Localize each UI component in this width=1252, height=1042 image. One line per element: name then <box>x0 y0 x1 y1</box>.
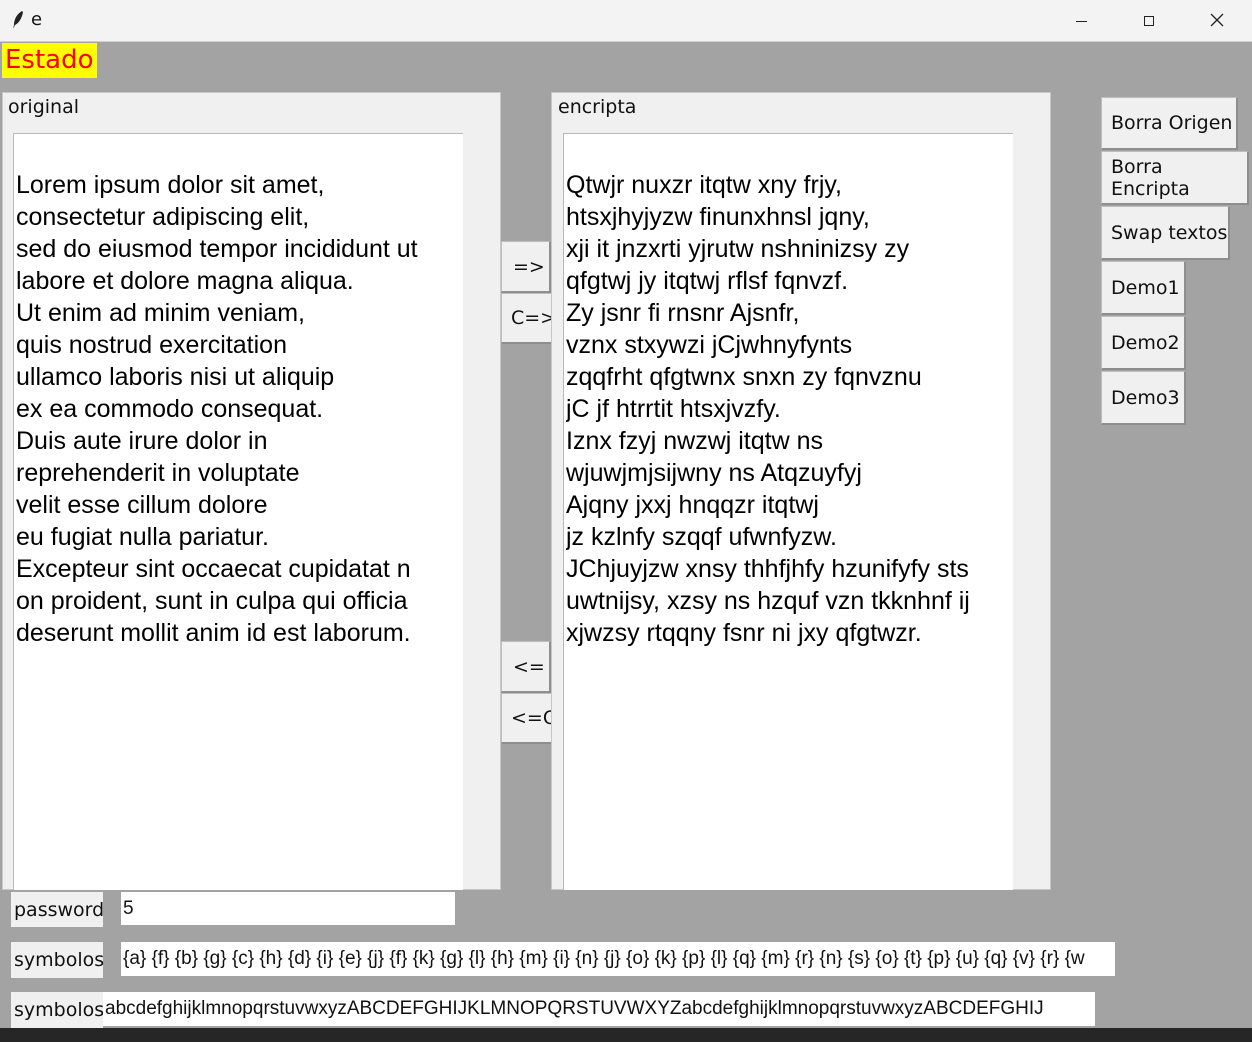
original-legend: original <box>7 96 81 118</box>
encripta-textarea[interactable]: Qtwjr nuxzr itqtw xny frjy, htsxjhyjyzw … <box>563 133 1013 890</box>
original-textarea[interactable]: Lorem ipsum dolor sit amet, consectetur … <box>13 133 463 890</box>
minimize-button[interactable] <box>1048 0 1114 42</box>
original-text: Lorem ipsum dolor sit amet, consectetur … <box>16 171 418 647</box>
encrypt-button[interactable]: => <box>501 241 551 293</box>
status-label: Estado <box>2 43 97 78</box>
window-title: e <box>31 9 43 30</box>
maximize-icon <box>1144 16 1154 26</box>
encripta-text: Qtwjr nuxzr itqtw xny frjy, htsxjhyjyzw … <box>566 171 970 647</box>
demo3-button[interactable]: Demo3 <box>1101 371 1186 425</box>
borra-encripta-button[interactable]: Borra Encripta <box>1101 151 1249 205</box>
password-label: password <box>11 892 104 927</box>
symbolos-alpha-label: symbolos <box>11 992 104 1028</box>
close-icon <box>1210 11 1224 32</box>
password-field[interactable]: 5 <box>121 892 455 925</box>
symbolos-label: symbolos <box>11 942 104 978</box>
feather-icon <box>11 10 25 30</box>
encripta-legend: encripta <box>557 96 638 118</box>
minimize-icon <box>1075 20 1087 22</box>
taskbar-edge <box>0 1028 1252 1042</box>
demo2-button[interactable]: Demo2 <box>1101 316 1186 370</box>
decrypt-button[interactable]: <= <box>501 641 551 693</box>
maximize-button[interactable] <box>1116 0 1182 42</box>
swap-textos-button[interactable]: Swap textos <box>1101 206 1230 260</box>
borra-origen-button[interactable]: Borra Origen <box>1101 97 1238 150</box>
symbolos-map-field[interactable]: {a} {f} {b} {g} {c} {h} {d} {i} {e} {j} … <box>121 942 1115 976</box>
demo1-button[interactable]: Demo1 <box>1101 261 1186 315</box>
symbolos-alpha-field[interactable]: abcdefghijklmnopqrstuvwxyzABCDEFGHIJKLMN… <box>103 992 1095 1026</box>
close-button[interactable] <box>1184 0 1250 42</box>
